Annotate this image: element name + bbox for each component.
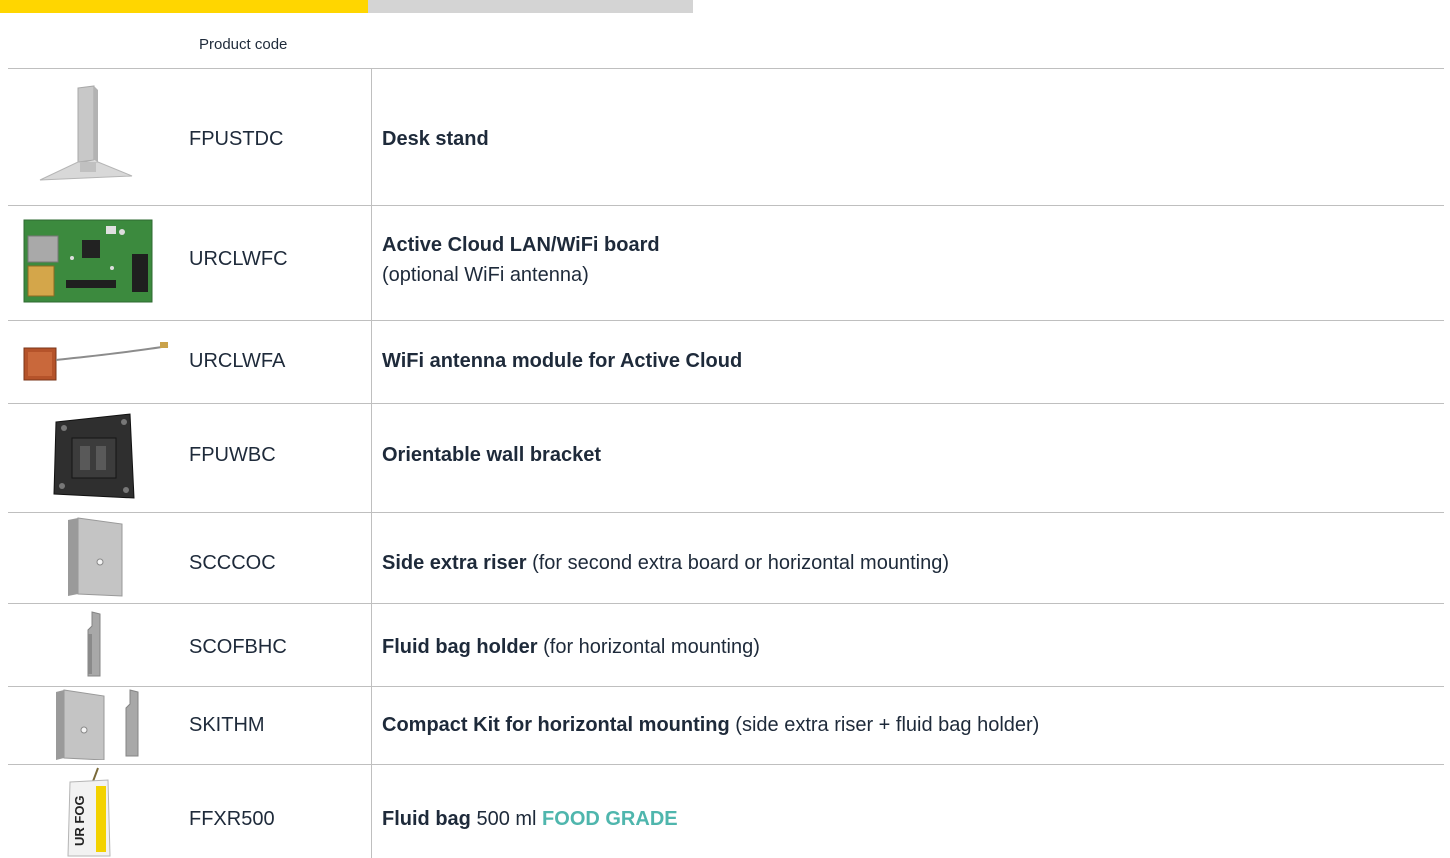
side-riser-image [68,517,123,597]
product-title: Fluid bag holder [382,636,538,658]
product-description: Desk stand [382,124,489,154]
product-title: Fluid bag [382,808,471,830]
product-detail: (for horizontal mounting) [537,636,760,658]
product-title: Active Cloud LAN/WiFi board [382,234,660,256]
product-code: FPUSTDC [189,128,284,150]
product-description: Fluid bag 500 ml FOOD GRADE [382,804,678,834]
lan-wifi-board-image [23,219,153,303]
row-divider [8,68,1444,69]
wall-bracket-image [53,413,135,499]
compact-kit-image [56,689,139,760]
product-detail: (optional WiFi antenna) [382,264,589,286]
product-code: FFXR500 [189,808,275,830]
product-description: Fluid bag holder (for horizontal mountin… [382,632,760,662]
row-divider [8,603,1444,604]
fluid-bag-holder-image [87,611,101,677]
product-description: Side extra riser (for second extra board… [382,548,949,578]
column-divider [371,68,372,858]
product-title: Desk stand [382,128,489,150]
wifi-antenna-image [23,342,169,381]
pack-label: UR FOG [72,795,87,846]
row-divider [8,686,1444,687]
row-divider [8,764,1444,765]
product-title: Orientable wall bracket [382,444,601,466]
column-header-product-code: Product code [199,36,288,53]
row-divider [8,205,1444,206]
product-detail: 500 ml [470,808,543,830]
product-code: URCLWFA [189,350,286,372]
product-description: WiFi antenna module for Active Cloud [382,346,742,376]
row-divider [8,320,1444,321]
fluid-bag-image: UR FOG [67,767,111,857]
row-divider [8,512,1444,513]
product-detail: (side extra riser + fluid bag holder) [729,714,1040,736]
header-accent-bar [0,0,368,13]
product-title: WiFi antenna module for Active Cloud [382,350,743,372]
row-divider [8,403,1444,404]
header-neutral-bar [368,0,693,13]
product-code: SCCCOC [189,552,276,574]
product-description: Orientable wall bracket [382,440,601,470]
desk-stand-image [39,85,133,181]
product-code: FPUWBC [189,444,276,466]
food-grade-badge: FOOD GRADE [542,808,678,830]
product-detail: (for second extra board or horizontal mo… [526,552,949,574]
product-description: Compact Kit for horizontal mounting (sid… [382,710,1039,740]
product-title: Side extra riser [382,552,527,574]
product-code: URCLWFC [189,248,288,270]
product-title: Compact Kit for horizontal mounting [382,714,730,736]
product-code: SCOFBHC [189,636,287,658]
product-code: SKITHM [189,714,265,736]
product-description: Active Cloud LAN/WiFi board (optional Wi… [382,230,660,290]
